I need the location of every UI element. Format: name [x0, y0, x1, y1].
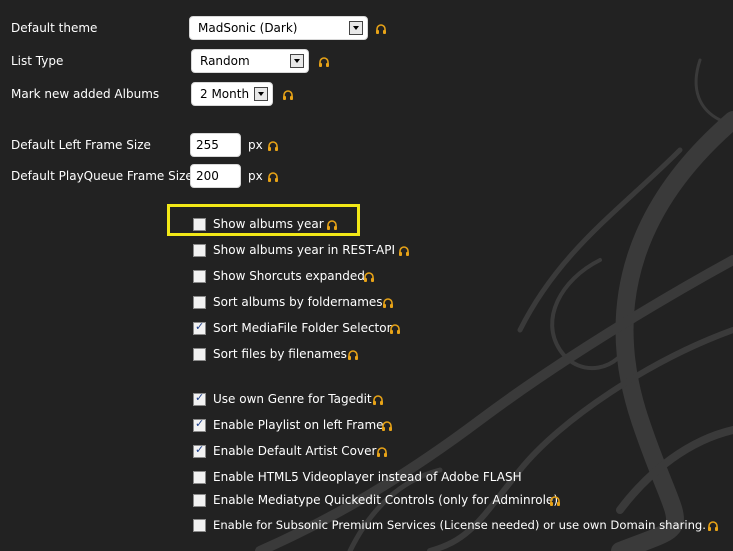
headphone-icon[interactable]: [398, 245, 410, 257]
headphone-icon[interactable]: [376, 446, 388, 458]
default-theme-label: Default theme: [11, 21, 98, 35]
list-type-label: List Type: [11, 54, 64, 68]
chevron-down-icon[interactable]: [349, 21, 363, 35]
headphone-icon[interactable]: [382, 297, 394, 309]
checkbox[interactable]: [193, 391, 206, 406]
headphone-icon[interactable]: [707, 520, 719, 532]
checkbox-label: Enable for Subsonic Premium Services (Li…: [213, 518, 706, 532]
checkbox[interactable]: [193, 494, 206, 507]
checkbox[interactable]: [193, 348, 206, 361]
headphone-icon[interactable]: [267, 171, 279, 183]
headphone-icon[interactable]: [318, 56, 330, 68]
checkbox[interactable]: [193, 218, 206, 231]
default-theme-value: MadSonic (Dark): [198, 21, 298, 35]
headphone-icon[interactable]: [363, 271, 375, 283]
left-frame-unit: px: [248, 138, 263, 152]
checkbox[interactable]: [193, 244, 206, 257]
checkbox-label: Use own Genre for Tagedit: [213, 392, 372, 406]
headphone-icon[interactable]: [326, 219, 338, 231]
mark-new-albums-value: 2 Month: [200, 87, 250, 101]
list-type-value: Random: [200, 54, 250, 68]
chevron-down-icon[interactable]: [254, 87, 268, 101]
checkbox-label: Sort MediaFile Folder Selector: [213, 321, 392, 335]
checkbox[interactable]: [193, 296, 206, 309]
headphone-icon[interactable]: [372, 394, 384, 406]
playqueue-frame-size-input[interactable]: 200: [190, 164, 241, 188]
playqueue-frame-unit: px: [248, 169, 263, 183]
headphone-icon[interactable]: [347, 349, 359, 361]
checkbox[interactable]: [193, 270, 206, 283]
checkbox-label: Show albums year: [213, 217, 324, 231]
checkbox-label: Show Shorcuts expanded: [213, 269, 365, 283]
mark-new-albums-label: Mark new added Albums: [11, 87, 160, 101]
headphone-icon[interactable]: [381, 420, 393, 432]
left-frame-size-input[interactable]: 255: [190, 133, 241, 157]
checkbox-label: Enable Playlist on left Frame: [213, 418, 384, 432]
checkbox[interactable]: [193, 417, 206, 432]
checkbox-label: Enable Mediatype Quickedit Controls (onl…: [213, 493, 558, 507]
headphone-icon[interactable]: [549, 495, 561, 507]
headphone-icon[interactable]: [282, 89, 294, 101]
checkbox[interactable]: [193, 320, 206, 335]
checkbox[interactable]: [193, 443, 206, 458]
headphone-icon[interactable]: [375, 23, 387, 35]
default-theme-select[interactable]: MadSonic (Dark): [189, 16, 368, 40]
checkbox-label: Enable Default Artist Cover: [213, 444, 377, 458]
chevron-down-icon[interactable]: [290, 54, 304, 68]
playqueue-frame-size-label: Default PlayQueue Frame Size: [11, 169, 193, 183]
checkbox-label: Sort albums by foldernames: [213, 295, 383, 309]
checkbox[interactable]: [193, 519, 206, 532]
checkbox-label: Sort files by filenames: [213, 347, 347, 361]
headphone-icon[interactable]: [389, 323, 401, 335]
list-type-select[interactable]: Random: [191, 49, 309, 73]
headphone-icon[interactable]: [267, 140, 279, 152]
checkbox-label: Enable HTML5 Videoplayer instead of Adob…: [213, 470, 522, 484]
checkbox[interactable]: [193, 471, 206, 484]
checkbox-label: Show albums year in REST-API: [213, 243, 396, 257]
mark-new-albums-select[interactable]: 2 Month: [191, 82, 273, 106]
left-frame-size-label: Default Left Frame Size: [11, 138, 151, 152]
